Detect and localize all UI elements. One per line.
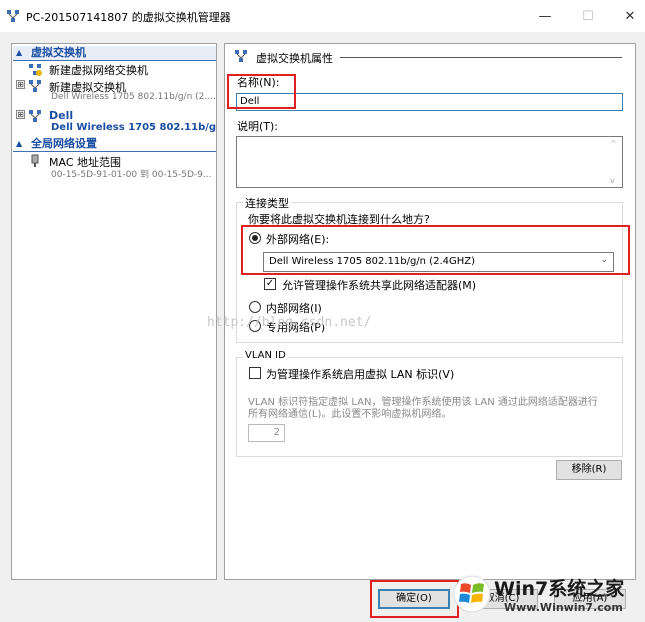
remove-button[interactable]: 移除(R) — [556, 460, 622, 480]
vlan-enable-label: 为管理操作系统启用虚拟 LAN 标识(V) — [266, 368, 455, 381]
site-logo: Win7系统之家 Www.Winwin7.com — [448, 572, 643, 620]
network-switch-icon — [6, 9, 20, 23]
expand-icon[interactable]: ⊞ — [16, 110, 25, 119]
window-title: PC-201507141807 的虚拟交换机管理器 — [26, 11, 231, 24]
switch-properties-pane: 虚拟交换机属性 名称(N): Dell 说明(T): ^ v 连接类型 你要将此虚… — [224, 43, 636, 580]
logo-text: Win7系统之家 — [494, 578, 625, 600]
collapse-icon[interactable]: ▲ — [16, 46, 22, 60]
vlan-description-line2: 所有网络通信(L)。此设置不影响虚拟机网络。 — [248, 409, 452, 420]
switch-tree-pane: ▲ 虚拟交换机 新建虚拟网络交换机 ⊞ 新建虚拟交换机 Dell Wireles… — [11, 43, 217, 580]
internal-network-label: 内部网络(I) — [266, 302, 322, 315]
windows-logo-icon — [452, 574, 492, 617]
network-switch-icon — [234, 49, 248, 63]
network-switch-icon — [28, 109, 42, 123]
collapse-icon[interactable]: ▲ — [16, 137, 22, 151]
network-plug-icon — [28, 154, 42, 168]
vlan-group-label: VLAN ID — [243, 350, 288, 361]
internal-network-radio[interactable] — [249, 301, 261, 313]
vlan-enable-checkbox[interactable] — [249, 367, 261, 379]
connection-type-label: 连接类型 — [243, 195, 291, 211]
tree-header-virtual-switches[interactable]: ▲ 虚拟交换机 — [13, 46, 216, 61]
allow-share-label: 允许管理操作系统共享此网络适配器(M) — [282, 279, 477, 292]
tree-item-switch-1[interactable]: ⊞ 新建虚拟交换机 Dell Wireless 1705 802.11b/g/n… — [12, 79, 216, 105]
mac-range-value: 00-15-5D-91-01-00 到 00-15-5D-9... — [51, 170, 212, 180]
tree-item-label: 新建虚拟网络交换机 — [49, 64, 148, 77]
allow-share-checkbox[interactable]: ✓ — [264, 278, 276, 290]
properties-title: 虚拟交换机属性 — [256, 52, 333, 65]
logo-url: Www.Winwin7.com — [504, 601, 623, 614]
tree-item-adapter: Dell Wireless 1705 802.11b/g/n (2.... — [51, 92, 216, 102]
vlan-id-field[interactable]: 2 — [248, 424, 285, 442]
network-switch-icon — [28, 79, 42, 93]
maximize-button[interactable]: ☐ — [566, 0, 610, 32]
highlight-external-box — [241, 225, 630, 275]
title-bar: PC-201507141807 的虚拟交换机管理器 — ☐ ✕ — [0, 0, 645, 32]
scrollbar[interactable]: ^ v — [606, 137, 622, 187]
tree-header-global-settings[interactable]: ▲ 全局网络设置 — [13, 137, 216, 152]
tree-item-adapter: Dell Wireless 1705 802.11b/g/... — [51, 122, 217, 133]
description-field[interactable]: ^ v — [236, 136, 623, 188]
tree-item-mac-range[interactable]: MAC 地址范围 00-15-5D-91-01-00 到 00-15-5D-9.… — [12, 154, 216, 180]
new-switch-icon — [28, 62, 42, 76]
title-divider — [340, 57, 622, 58]
tree-item-label: Dell — [49, 109, 74, 122]
highlight-name-box — [227, 74, 296, 109]
description-label: 说明(T): — [237, 120, 279, 133]
tree-item-switch-dell[interactable]: ⊞ Dell Dell Wireless 1705 802.11b/g/... — [12, 109, 216, 135]
highlight-ok-box — [370, 580, 459, 618]
expand-icon[interactable]: ⊞ — [16, 80, 25, 89]
minimize-button[interactable]: — — [523, 0, 567, 32]
watermark-text: http://blog.csdn.net/ — [207, 315, 372, 330]
close-button[interactable]: ✕ — [608, 0, 645, 32]
